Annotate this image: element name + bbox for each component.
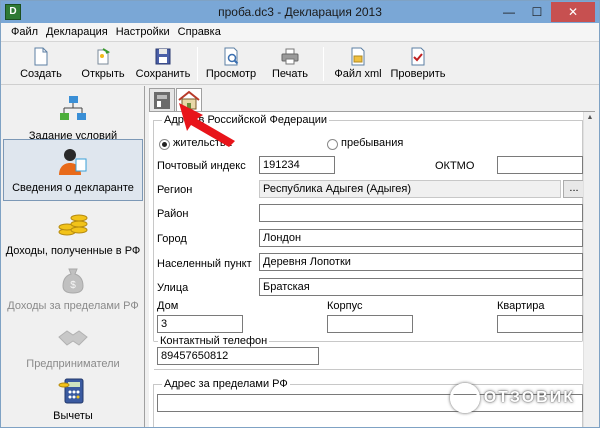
building-label: Корпус (327, 300, 363, 312)
building-field[interactable] (327, 315, 413, 333)
street-field[interactable]: Братская (259, 278, 583, 296)
maximize-button[interactable]: ☐ (523, 2, 551, 22)
red-arrow-icon (179, 103, 235, 147)
money-bag-icon: $ (57, 265, 89, 295)
menu-settings[interactable]: Настройки (112, 26, 174, 38)
nav-item-declarant[interactable]: Сведения о декларанте (3, 139, 143, 201)
postal-code-field[interactable]: 191234 (259, 156, 335, 174)
window-controls: — ☐ ✕ (495, 2, 595, 22)
toolbar: Создать Открыть Сохранить Просмотр Печат… (1, 43, 599, 85)
person-id-icon (154, 92, 170, 109)
apartment-field[interactable] (497, 315, 583, 333)
left-nav: Задание условий Сведения о декларанте До… (1, 86, 145, 427)
new-document-icon (32, 47, 50, 66)
xml-file-icon (349, 47, 367, 66)
street-label: Улица (157, 282, 189, 294)
city-label: Город (157, 233, 187, 245)
svg-text:$: $ (70, 280, 76, 291)
oktmo-field[interactable] (497, 156, 583, 174)
postal-code-label: Почтовый индекс (157, 160, 246, 172)
app-window: D проба.dc3 - Декларация 2013 — ☐ ✕ Файл… (0, 0, 600, 428)
coins-icon (57, 210, 89, 240)
house-field[interactable]: 3 (157, 315, 243, 333)
handshake-icon (57, 323, 89, 353)
title-bar: D проба.dc3 - Декларация 2013 — ☐ ✕ (1, 1, 599, 23)
person-icon (57, 147, 89, 177)
vertical-scrollbar[interactable]: ▲ (583, 112, 595, 427)
nav-item-deductions[interactable]: Вычеты (3, 366, 143, 427)
radio-stay[interactable] (327, 139, 338, 150)
contact-phone-field[interactable]: 89457650812 (157, 347, 319, 365)
menu-help[interactable]: Справка (174, 26, 225, 38)
menu-declaration[interactable]: Декларация (42, 26, 112, 38)
scroll-up-icon[interactable]: ▲ (586, 114, 594, 122)
preview-icon (222, 47, 240, 66)
watermark-logo-icon (449, 383, 480, 413)
oktmo-label: ОКТМО (435, 160, 475, 172)
printer-icon (281, 47, 299, 66)
region-select-button[interactable]: ... (563, 180, 585, 198)
address-panel: Адрес в Российской Федерации жительства … (149, 111, 595, 427)
preview-button[interactable]: Просмотр (203, 45, 259, 83)
contact-phone-title: Контактный телефон (158, 335, 270, 347)
city-field[interactable]: Лондон (259, 229, 583, 247)
menu-file[interactable]: Файл (7, 26, 42, 38)
address-abroad-title: Адрес за пределами РФ (162, 378, 290, 390)
toolbar-separator (323, 47, 324, 81)
radio-stay-label: пребывания (341, 137, 404, 149)
menu-bar: Файл Декларация Настройки Справка (1, 23, 599, 42)
locality-label: Населенный пункт (157, 258, 252, 270)
flowchart-icon (57, 95, 89, 125)
open-button[interactable]: Открыть (77, 45, 129, 83)
locality-field[interactable]: Деревня Лопотки (259, 253, 583, 271)
check-button[interactable]: Проверить (389, 45, 447, 83)
xml-file-button[interactable]: Файл xml (333, 45, 383, 83)
close-button[interactable]: ✕ (551, 2, 595, 22)
house-label: Дом (157, 300, 179, 312)
region-label: Регион (157, 184, 193, 196)
watermark-text: ОТЗОВИК (483, 389, 575, 406)
apartment-label: Квартира (497, 300, 545, 312)
save-button[interactable]: Сохранить (135, 45, 191, 83)
print-button[interactable]: Печать (267, 45, 313, 83)
watermark: ОТЗОВИК (449, 383, 575, 413)
calculator-icon (57, 375, 89, 405)
open-folder-icon (94, 47, 112, 66)
district-label: Район (157, 208, 189, 220)
toolbar-separator (197, 47, 198, 81)
radio-residence[interactable] (159, 139, 170, 150)
nav-item-income-rf[interactable]: Доходы, полученные в РФ (3, 201, 143, 263)
check-document-icon (409, 47, 427, 66)
nav-item-income-abroad[interactable]: $ Доходы за пределами РФ (3, 256, 143, 318)
floppy-disk-icon (154, 47, 172, 66)
region-field: Республика Адыгея (Адыгея) (259, 180, 561, 198)
minimize-button[interactable]: — (495, 2, 523, 22)
district-field[interactable] (259, 204, 583, 222)
tab-person[interactable] (149, 88, 175, 112)
create-button[interactable]: Создать (17, 45, 65, 83)
